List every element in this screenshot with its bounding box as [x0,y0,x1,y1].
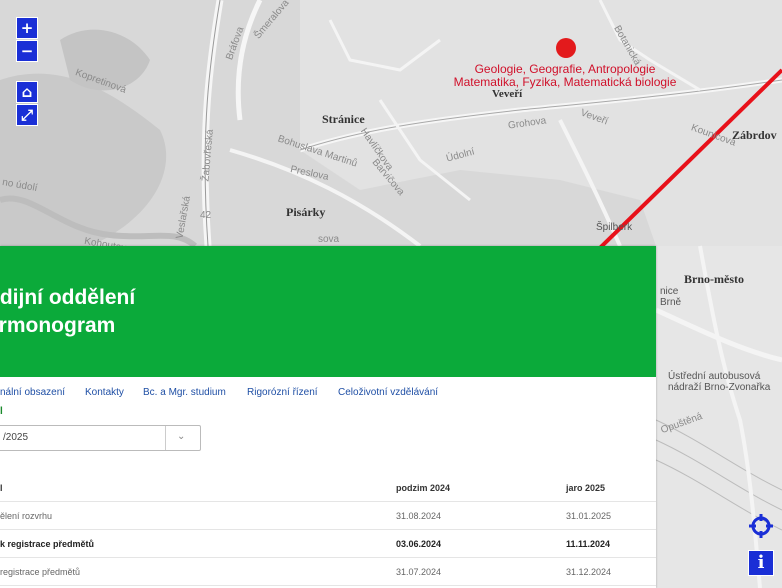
panel-banner: udijní oddělení armonogram [0,246,656,377]
faculty-label: Geologie, Geografie, Antropologie Matema… [453,62,677,89]
table-row: ělení rozvrhu 31.08.2024 31.01.2025 [0,502,656,530]
place-label-bus-station: Ústřední autobusová nádraží Brno-Zvonařka [668,371,771,393]
fullscreen-icon: ⤢ [20,105,33,124]
place-label-pisarky: Pisárky [286,205,326,219]
row-label: ělení rozvrhu [0,511,53,521]
locate-button[interactable] [748,513,774,539]
faculty-marker[interactable] [556,38,576,58]
header-cell: podzim 2024 [396,483,451,493]
select-divider [165,426,166,450]
table-row: registrace předmětů 31.07.2024 31.12.202… [0,558,656,586]
select-value: /2025 [3,432,29,443]
panel-subtitle: armonogram [0,314,116,337]
header-cell: jaro 2025 [566,483,606,493]
semester-select[interactable]: /2025 ⌄ [0,425,201,451]
study-office-panel: udijní oddělení armonogram nální obsazen… [0,246,656,588]
fullscreen-button[interactable]: ⤢ [16,104,38,126]
place-label-brno-center: nice Brně [660,286,682,308]
place-label-zabrdovice: Zábrdov [732,128,777,142]
info-icon: i [757,552,765,573]
street-label: 42 [200,210,212,221]
nav-link[interactable]: nální obsazení [0,387,65,398]
row-autumn: 31.08.2024 [396,511,442,521]
zoom-out-button[interactable]: − [16,40,38,62]
chevron-down-icon: ⌄ [177,431,186,442]
header-cell: l [0,483,3,493]
table-header: l podzim 2024 jaro 2025 [0,474,656,502]
row-spring: 31.01.2025 [566,511,612,521]
nav-link-bc-mgr[interactable]: Bc. a Mgr. studium [143,387,226,398]
info-button[interactable]: i [748,550,774,576]
panel-title: udijní oddělení [0,286,136,309]
row-autumn: 31.07.2024 [396,567,442,577]
nav-link-contacts[interactable]: Kontakty [85,387,124,398]
select-label: l [0,406,3,417]
street-label: Špilberk [596,222,633,233]
row-label: k registrace předmětů [0,539,95,549]
place-label-stranice: Stránice [322,112,365,126]
home-icon: ⌂ [21,82,33,101]
nav-link-lifelong[interactable]: Celoživotní vzdělávání [338,387,438,398]
row-spring: 31.12.2024 [566,567,612,577]
street-label: sova [318,234,340,245]
place-label-brno-mesto: Brno-město [684,272,744,286]
row-spring: 11.11.2024 [566,539,611,549]
row-autumn: 03.06.2024 [396,539,442,549]
nav-link-rigorous[interactable]: Rigorózní řízení [247,387,318,398]
zoom-in-button[interactable]: + [16,17,38,39]
crosshair-icon [749,514,773,538]
table-row: k registrace předmětů 03.06.2024 11.11.2… [0,530,656,558]
place-label-veveri: Veveří [492,88,523,100]
row-label: registrace předmětů [0,567,81,577]
home-button[interactable]: ⌂ [16,81,38,103]
